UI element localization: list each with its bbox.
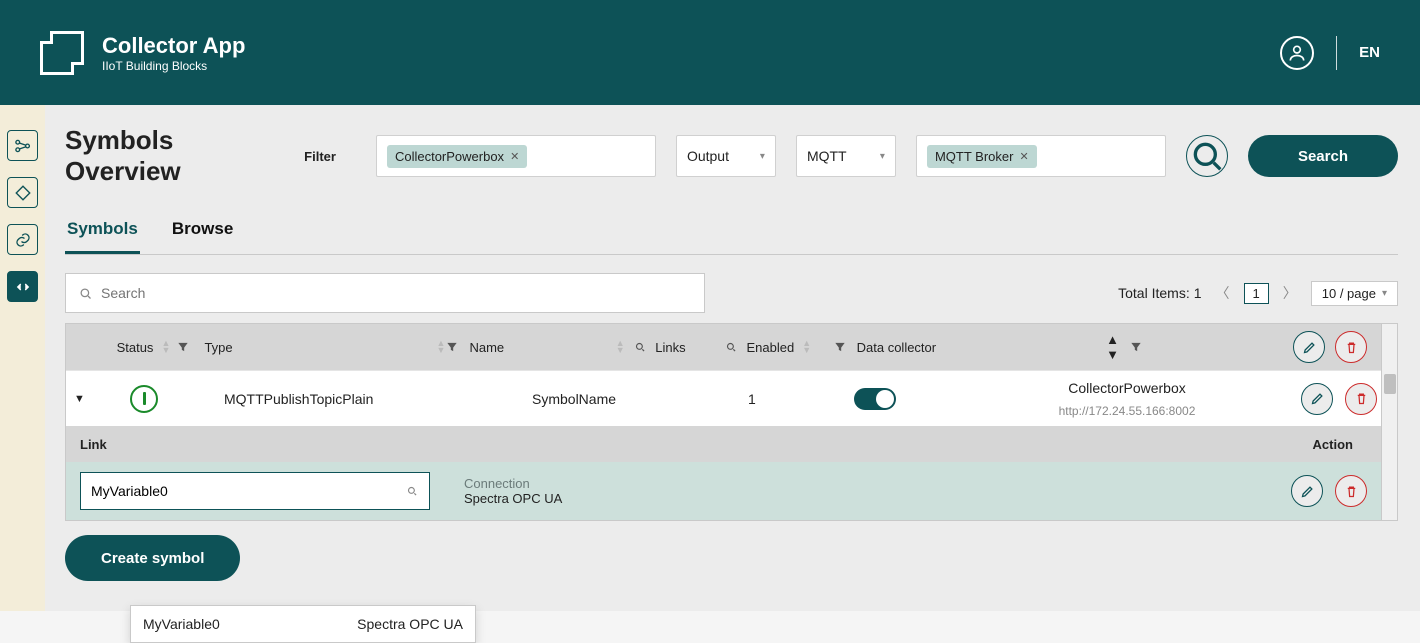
create-symbol-button[interactable]: Create symbol: [65, 535, 240, 581]
col-links[interactable]: Links: [655, 340, 685, 355]
language-selector[interactable]: EN: [1359, 44, 1380, 61]
enabled-toggle[interactable]: [854, 388, 896, 410]
page-prev-icon[interactable]: 〈: [1216, 283, 1230, 303]
search-icon[interactable]: [724, 340, 738, 354]
sort-icon[interactable]: ▲▼: [161, 340, 170, 354]
symbols-table: Status ▲▼ Type ▲▼ Name ▲▼ Links: [65, 323, 1398, 521]
filter-io-select[interactable]: Output ▾: [676, 135, 776, 177]
filter-collector-field[interactable]: CollectorPowerbox ✕: [376, 135, 656, 177]
header-edit-button[interactable]: [1293, 331, 1325, 363]
chip-collector[interactable]: CollectorPowerbox ✕: [387, 145, 527, 168]
col-data-collector[interactable]: Data collector: [857, 340, 936, 355]
chip-collector-remove-icon[interactable]: ✕: [510, 150, 519, 163]
search-icon: [405, 484, 419, 498]
cell-collector-url: http://172.24.55.166:8002: [1059, 404, 1196, 418]
header-delete-button[interactable]: [1335, 331, 1367, 363]
col-name[interactable]: Name: [469, 340, 504, 355]
suggestion-source: Spectra OPC UA: [357, 616, 463, 632]
expand-row-icon[interactable]: ▼: [74, 393, 85, 405]
chip-collector-label: CollectorPowerbox: [395, 149, 504, 164]
link-edit-button[interactable]: [1291, 475, 1323, 507]
filter-protocol-value: MQTT: [807, 148, 847, 164]
chevron-down-icon: ▾: [1382, 288, 1387, 299]
page-size-select[interactable]: 10 / page ▾: [1311, 281, 1398, 306]
chip-broker-remove-icon[interactable]: ✕: [1019, 150, 1028, 163]
page-next-icon[interactable]: 〉: [1283, 283, 1297, 303]
row-delete-button[interactable]: [1345, 383, 1377, 415]
filter-icon[interactable]: [833, 340, 847, 354]
filter-icon[interactable]: [1129, 340, 1143, 354]
col-status[interactable]: Status: [117, 340, 154, 355]
tab-browse[interactable]: Browse: [170, 209, 235, 254]
filter-protocol-select[interactable]: MQTT ▾: [796, 135, 896, 177]
table-row: ▼ MQTTPublishTopicPlain SymbolName 1 Col…: [66, 370, 1397, 426]
table-search-box[interactable]: [65, 273, 705, 313]
total-items-label: Total Items:: [1118, 285, 1190, 301]
search-icon[interactable]: [633, 340, 647, 354]
sidebar-item-tag[interactable]: [7, 177, 38, 208]
sidebar: [0, 105, 45, 611]
page-size-value: 10 / page: [1322, 286, 1376, 301]
suggestion-name[interactable]: MyVariable0: [143, 616, 220, 632]
page-number[interactable]: 1: [1244, 283, 1269, 304]
chip-broker-label: MQTT Broker: [935, 149, 1014, 164]
user-account-icon[interactable]: [1280, 36, 1314, 70]
filter-io-value: Output: [687, 148, 729, 164]
sort-icon[interactable]: ▲▼: [436, 340, 445, 354]
sidebar-item-code[interactable]: [7, 271, 38, 302]
row-edit-button[interactable]: [1301, 383, 1333, 415]
tab-symbols[interactable]: Symbols: [65, 209, 140, 254]
link-delete-button[interactable]: [1335, 475, 1367, 507]
cell-links: 1: [748, 391, 828, 407]
col-type[interactable]: Type: [204, 340, 232, 355]
search-button[interactable]: Search: [1248, 135, 1398, 177]
cell-name: SymbolName: [532, 391, 702, 407]
connection-value: Spectra OPC UA: [464, 491, 562, 506]
tabs: Symbols Browse: [65, 209, 1398, 255]
filter-search-icon-button[interactable]: [1186, 135, 1228, 177]
filter-icon[interactable]: [445, 340, 459, 354]
divider: [1336, 36, 1337, 70]
sub-col-link: Link: [80, 437, 107, 452]
connection-label: Connection: [464, 476, 562, 491]
link-search-field[interactable]: [80, 472, 430, 510]
chevron-down-icon: ▾: [880, 151, 885, 162]
chip-broker[interactable]: MQTT Broker ✕: [927, 145, 1037, 168]
app-header: Collector App IIoT Building Blocks EN: [0, 0, 1420, 105]
sort-icon[interactable]: ▲▼: [1106, 332, 1119, 362]
chevron-down-icon: ▾: [760, 151, 765, 162]
main-content: Symbols Overview Filter CollectorPowerbo…: [45, 105, 1420, 611]
total-items-value: 1: [1194, 285, 1202, 301]
sidebar-item-link[interactable]: [7, 224, 38, 255]
filter-icon[interactable]: [176, 340, 190, 354]
filter-broker-field[interactable]: MQTT Broker ✕: [916, 135, 1166, 177]
scrollbar[interactable]: [1381, 324, 1397, 520]
sort-icon[interactable]: ▲▼: [616, 340, 625, 354]
col-enabled[interactable]: Enabled: [747, 340, 795, 355]
table-search-input[interactable]: [101, 285, 692, 301]
sub-col-action: Action: [1313, 437, 1383, 452]
branding: Collector App IIoT Building Blocks: [40, 31, 245, 75]
app-subtitle: IIoT Building Blocks: [102, 59, 245, 73]
cell-type: MQTTPublishTopicPlain: [220, 391, 480, 407]
link-search-input[interactable]: [91, 483, 405, 499]
cell-collector-name: CollectorPowerbox: [1068, 380, 1186, 396]
status-indicator-icon: [130, 385, 158, 413]
page-title: Symbols Overview: [65, 125, 244, 187]
search-icon: [78, 286, 93, 301]
sort-icon[interactable]: ▲▼: [802, 340, 811, 354]
filter-label: Filter: [304, 149, 336, 164]
sidebar-item-graph[interactable]: [7, 130, 38, 161]
app-logo-icon: [40, 31, 84, 75]
app-title: Collector App: [102, 33, 245, 59]
